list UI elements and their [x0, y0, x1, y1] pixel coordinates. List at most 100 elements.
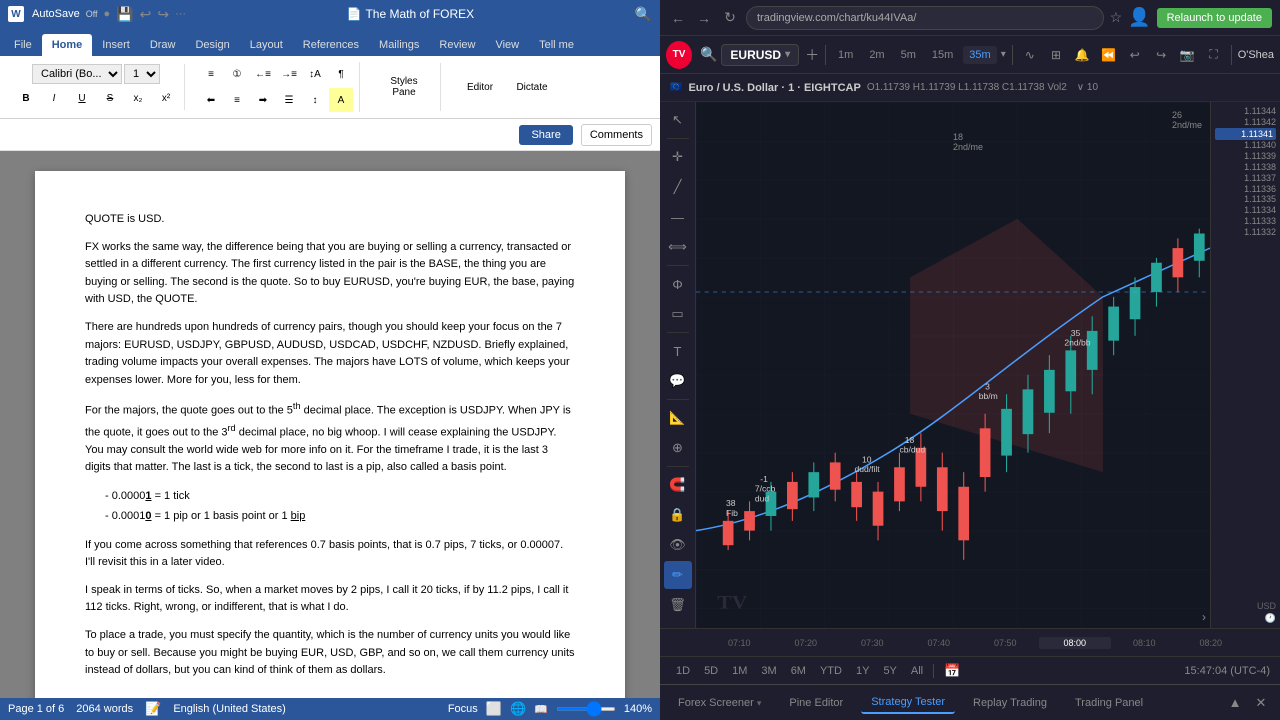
tab-file[interactable]: File: [4, 34, 42, 56]
chart-expand-icon[interactable]: ∨ 10: [1077, 82, 1098, 93]
period-5y[interactable]: 5Y: [877, 663, 902, 679]
styles-btn[interactable]: StylesPane: [374, 63, 434, 111]
editor-btn[interactable]: Editor: [455, 63, 505, 111]
save-icon[interactable]: 💾: [116, 6, 133, 23]
refresh-button[interactable]: ↻: [720, 8, 740, 28]
drawing-tool-active[interactable]: ✏: [664, 561, 692, 589]
indent-more-btn[interactable]: →≡: [277, 62, 301, 86]
share-button[interactable]: Share: [519, 125, 572, 145]
url-bar[interactable]: tradingview.com/chart/ku44IVAa/: [746, 6, 1104, 30]
forward-button[interactable]: →: [694, 8, 714, 28]
rectangle-tool[interactable]: ▭: [664, 300, 692, 328]
text-tool[interactable]: T: [664, 337, 692, 365]
subscript-btn[interactable]: x₂: [126, 86, 150, 110]
hide-tool[interactable]: 👁: [664, 531, 692, 559]
alert-btn[interactable]: 🔔: [1071, 43, 1093, 67]
justify-btn[interactable]: ☰: [277, 88, 301, 112]
tab-trading-panel[interactable]: Trading Panel: [1065, 693, 1153, 713]
cursor-tool[interactable]: ↖: [664, 106, 692, 134]
chart-expand-btn[interactable]: ›: [1202, 610, 1206, 624]
symbol-selector[interactable]: EURUSD ▾: [721, 44, 799, 66]
italic-btn[interactable]: I: [42, 86, 66, 110]
search-doc-icon[interactable]: 🔍: [635, 6, 652, 23]
profile-icon[interactable]: 👤: [1128, 7, 1150, 28]
print-layout-icon[interactable]: ⬜: [486, 701, 502, 717]
tf-1m[interactable]: 1m: [832, 46, 859, 64]
crosshair-tool[interactable]: ✛: [664, 143, 692, 171]
lock-tool[interactable]: 🔒: [664, 501, 692, 529]
dictate-btn[interactable]: Dictate: [507, 63, 557, 111]
tab-home[interactable]: Home: [42, 34, 93, 56]
tv-search-icon[interactable]: 🔍: [700, 46, 717, 63]
measure-tool[interactable]: 📐: [664, 404, 692, 432]
tab-strategy-tester[interactable]: Strategy Tester: [861, 692, 955, 714]
tf-more-icon[interactable]: ▾: [1001, 49, 1006, 60]
tab-mailings[interactable]: Mailings: [369, 34, 429, 56]
delete-tool[interactable]: 🗑: [664, 591, 692, 619]
undo-icon[interactable]: ↩: [140, 6, 152, 23]
chart-canvas[interactable]: 38 Fib -1 7/ccb dud 10 dud/filt 18 cb/du…: [696, 102, 1210, 628]
tab-references[interactable]: References: [293, 34, 369, 56]
magnet-tool[interactable]: 🧲: [664, 471, 692, 499]
period-1d[interactable]: 1D: [670, 663, 696, 679]
period-3m[interactable]: 3M: [755, 663, 782, 679]
show-marks-btn[interactable]: ¶: [329, 62, 353, 86]
comments-button[interactable]: Comments: [581, 124, 652, 146]
horizontal-line-tool[interactable]: —: [664, 203, 692, 231]
channel-tool[interactable]: ⟺: [664, 233, 692, 261]
line-tool[interactable]: ╱: [664, 173, 692, 201]
redo-btn[interactable]: ↪: [1150, 43, 1172, 67]
panel-up-btn[interactable]: ▲: [1224, 692, 1246, 714]
focus-btn[interactable]: Focus: [448, 703, 478, 715]
tab-pine-editor[interactable]: Pine Editor: [779, 693, 853, 713]
tab-forex-screener[interactable]: Forex Screener ▾: [668, 693, 771, 713]
line-spacing-btn[interactable]: ↕: [303, 88, 327, 112]
strikethrough-btn[interactable]: S: [98, 86, 122, 110]
period-6m[interactable]: 6M: [785, 663, 812, 679]
tab-layout[interactable]: Layout: [240, 34, 293, 56]
tab-review[interactable]: Review: [429, 34, 485, 56]
relaunch-button[interactable]: Relaunch to update: [1157, 8, 1272, 28]
shading-btn[interactable]: A: [329, 88, 353, 112]
snapshot-btn[interactable]: 📷: [1176, 43, 1198, 67]
align-right-btn[interactable]: ➡: [251, 88, 275, 112]
tab-view[interactable]: View: [485, 34, 529, 56]
add-symbol-icon[interactable]: ＋: [805, 45, 819, 65]
period-5d[interactable]: 5D: [698, 663, 724, 679]
clock-icon[interactable]: 🕐: [1215, 613, 1276, 624]
tf-2m[interactable]: 2m: [863, 46, 890, 64]
replay-btn[interactable]: ⏪: [1097, 43, 1119, 67]
panel-close-btn[interactable]: ✕: [1250, 692, 1272, 714]
indent-less-btn[interactable]: ←≡: [251, 62, 275, 86]
underline-btn[interactable]: U: [70, 86, 94, 110]
bookmark-icon[interactable]: ☆: [1110, 9, 1123, 26]
numbering-btn[interactable]: ①: [225, 62, 249, 86]
tf-35m[interactable]: 35m: [963, 46, 996, 64]
superscript-btn[interactable]: x²: [154, 86, 178, 110]
zoom-tool[interactable]: ⊕: [664, 434, 692, 462]
proofing-icon[interactable]: 📝: [145, 701, 161, 717]
tf-5m[interactable]: 5m: [895, 46, 922, 64]
font-size-selector[interactable]: 12: [124, 64, 160, 84]
font-selector[interactable]: Calibri (Bo...: [32, 64, 122, 84]
align-center-btn[interactable]: ≡: [225, 88, 249, 112]
align-left-btn[interactable]: ⬅: [199, 88, 223, 112]
read-mode-icon[interactable]: 📖: [534, 703, 548, 716]
period-1m[interactable]: 1M: [726, 663, 753, 679]
bold-btn[interactable]: B: [14, 86, 38, 110]
tab-insert[interactable]: Insert: [92, 34, 140, 56]
compare-btn[interactable]: ⊞: [1045, 43, 1067, 67]
sort-btn[interactable]: ↕A: [303, 62, 327, 86]
fullscreen-btn[interactable]: ⛶: [1203, 43, 1225, 67]
period-all[interactable]: All: [905, 663, 929, 679]
undo-btn[interactable]: ↩: [1124, 43, 1146, 67]
tf-15m[interactable]: 15m: [926, 46, 959, 64]
tab-tellme[interactable]: Tell me: [529, 34, 584, 56]
tab-design[interactable]: Design: [185, 34, 239, 56]
tab-replay-trading[interactable]: Replay Trading: [963, 693, 1057, 713]
fib-tool[interactable]: Φ: [664, 270, 692, 298]
back-button[interactable]: ←: [668, 8, 688, 28]
calendar-btn[interactable]: 📅: [938, 661, 966, 681]
indicator-btn[interactable]: ∿: [1019, 43, 1041, 67]
redo-icon[interactable]: ↪: [157, 6, 169, 23]
